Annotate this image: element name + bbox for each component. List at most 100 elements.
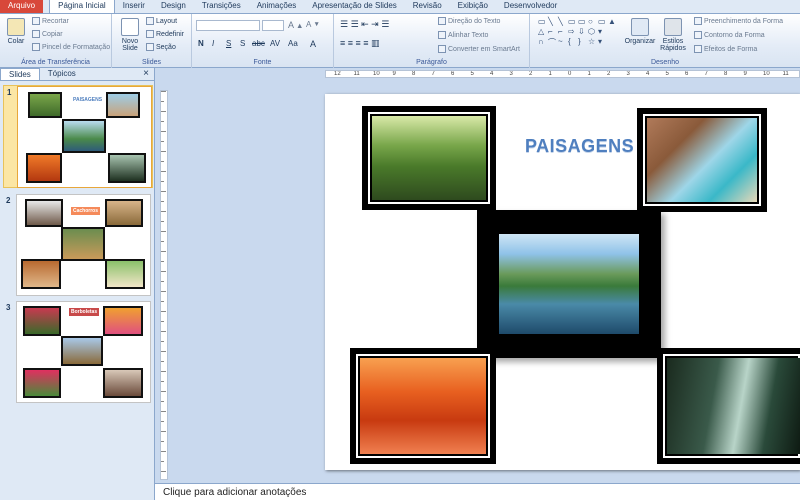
ruler-tick [161,381,164,382]
strikethrough-button[interactable]: abc [252,39,265,48]
italic-button[interactable]: I [212,39,214,48]
ruler-tick-label: 6 [451,71,455,77]
change-case-button[interactable]: Aa [288,39,298,48]
tab-transitions[interactable]: Transições [194,0,249,13]
paste-button[interactable]: Colar [2,16,30,56]
horizontal-ruler[interactable]: 12 11 10 9 8 7 6 5 4 3 2 1 0 1 2 3 4 5 6 7 8 9 10 11 [325,70,800,78]
drawing-group-label: Desenho [650,59,680,66]
image-frame-forest[interactable] [362,106,496,210]
slide-canvas[interactable]: PAISAGENS [325,94,800,470]
arrange-button[interactable]: Organizar [623,16,657,56]
clipboard-group: Colar Recortar Copiar Pincel de Formataç… [0,14,112,68]
ruler-tick [161,421,164,422]
ruler-tick [161,151,166,152]
ruler-tick-label: 2 [529,71,533,77]
align-buttons[interactable]: ≡ ≡ ≡ ≡ ▥ [340,38,380,49]
paste-icon [7,18,25,36]
ruler-tick-label: 3 [509,71,513,77]
char-spacing-button[interactable]: AV [270,39,280,48]
ruler-tick-label: 10 [373,71,380,77]
effects-icon [694,45,702,53]
font-size-combo[interactable] [262,20,284,31]
slide-thumbnail-preview: Cachorros [16,194,151,296]
font-group-label: Fonte [253,59,272,66]
thumb-image [105,259,145,289]
align-text-button[interactable]: Alinhar Texto [438,31,488,39]
slides-group-label: Slides [141,59,162,66]
slide-title[interactable]: PAISAGENS [525,136,634,157]
ruler-tick [161,291,166,292]
slide-thumbnail-preview: PAISAGENS [17,86,152,188]
shadow-button[interactable]: S [240,39,245,48]
close-panel-icon[interactable]: × [143,68,149,80]
ruler-tick [161,311,166,312]
waterfall-photo [499,234,639,334]
new-slide-label: Novo [121,38,139,45]
slide-thumbnail-2[interactable]: 2 Cachorros [3,194,153,297]
ruler-tick [161,301,164,302]
bold-button[interactable]: N [198,39,204,48]
tab-animations[interactable]: Animações [249,0,305,13]
format-painter-button[interactable]: Pincel de Formatação [32,43,110,51]
ruler-tick-label: 8 [724,71,728,77]
shape-outline-button[interactable]: Contorno da Forma [694,31,765,39]
image-frame-autumn[interactable] [350,348,496,464]
tab-developer[interactable]: Desenvolvedor [496,0,565,13]
ruler-tick [161,161,164,162]
layout-button[interactable]: Layout [146,17,177,25]
slide-thumbnail-preview: Borboletas [16,301,151,403]
tab-insert[interactable]: Inserir [115,0,153,13]
font-color-button[interactable]: A [310,39,316,49]
reset-button[interactable]: Redefinir [146,30,184,38]
font-name-combo[interactable] [196,20,260,31]
slide-thumbnail-3[interactable]: 3 Borboletas [3,301,153,404]
image-frame-waterfall[interactable] [477,210,661,358]
text-direction-button[interactable]: Direção do Texto [438,17,500,25]
shape-effects-button[interactable]: Efeitos de Forma [694,45,757,53]
smartart-button[interactable]: Converter em SmartArt [438,45,520,53]
arrange-label: Organizar [624,38,656,45]
quick-styles-label: Estilos [662,38,684,45]
ruler-tick [161,271,166,272]
shape-fill-button[interactable]: Preenchimento da Forma [694,17,783,25]
tab-file[interactable]: Arquivo [0,0,44,13]
tab-view[interactable]: Exibição [450,0,496,13]
shapes-gallery[interactable]: ▭ ╲ ╲ ▭ ▭ ○ ▭ ▲ △ ⌐ ⌐ ⇨ ⇩ ⬡ ▾ ∩ ⌒ ~{} ☆ ▾ [538,17,618,47]
font-group: A ▲ A ▼ N I S S abc AV Aa A Fonte [192,14,334,68]
slide-thumbnail-1[interactable]: 1 PAISAGENS [3,85,153,188]
section-icon [146,43,154,51]
tab-outline-panel[interactable]: Tópicos [40,68,84,80]
ruler-tick-label: 1 [548,71,552,77]
notes-pane[interactable]: Clique para adicionar anotações [155,483,800,500]
reset-icon [146,30,154,38]
tab-slides-panel[interactable]: Slides [0,68,40,80]
cut-button[interactable]: Recortar [32,17,69,25]
bullets-button[interactable]: ☰ ☰ ⇤ ⇥ ☰ [340,19,389,30]
shape-outline-label: Contorno da Forma [704,31,765,39]
ruler-tick [161,451,166,452]
ruler-tick-label: 4 [646,71,650,77]
ruler-tick-label: 12 [334,71,341,77]
image-frame-dark-forest[interactable] [657,348,800,464]
ruler-tick [161,281,164,282]
ruler-tick [161,121,164,122]
tab-slideshow[interactable]: Apresentação de Slides [304,0,405,13]
grow-font-button[interactable]: A ▲ [288,20,303,30]
ruler-tick [161,431,166,432]
quick-styles-button[interactable]: Estilos Rápidos [659,16,687,56]
vertical-ruler[interactable] [160,90,168,480]
underline-button[interactable]: S [226,39,231,48]
new-slide-button[interactable]: Novo Slide [116,16,144,56]
tab-design[interactable]: Design [153,0,194,13]
tab-home[interactable]: Página Inicial [49,0,115,13]
copy-button[interactable]: Copiar [32,30,63,38]
tab-review[interactable]: Revisão [405,0,450,13]
ruler-tick-label: 10 [763,71,770,77]
section-button[interactable]: Seção [146,43,176,51]
quick-styles-icon [664,18,682,36]
align-text-icon [438,31,446,39]
panel-tabs: Slides Tópicos × [0,68,154,81]
ruler-tick [161,261,164,262]
shrink-font-button[interactable]: A ▼ [306,20,320,29]
image-frame-beach[interactable] [637,108,767,212]
